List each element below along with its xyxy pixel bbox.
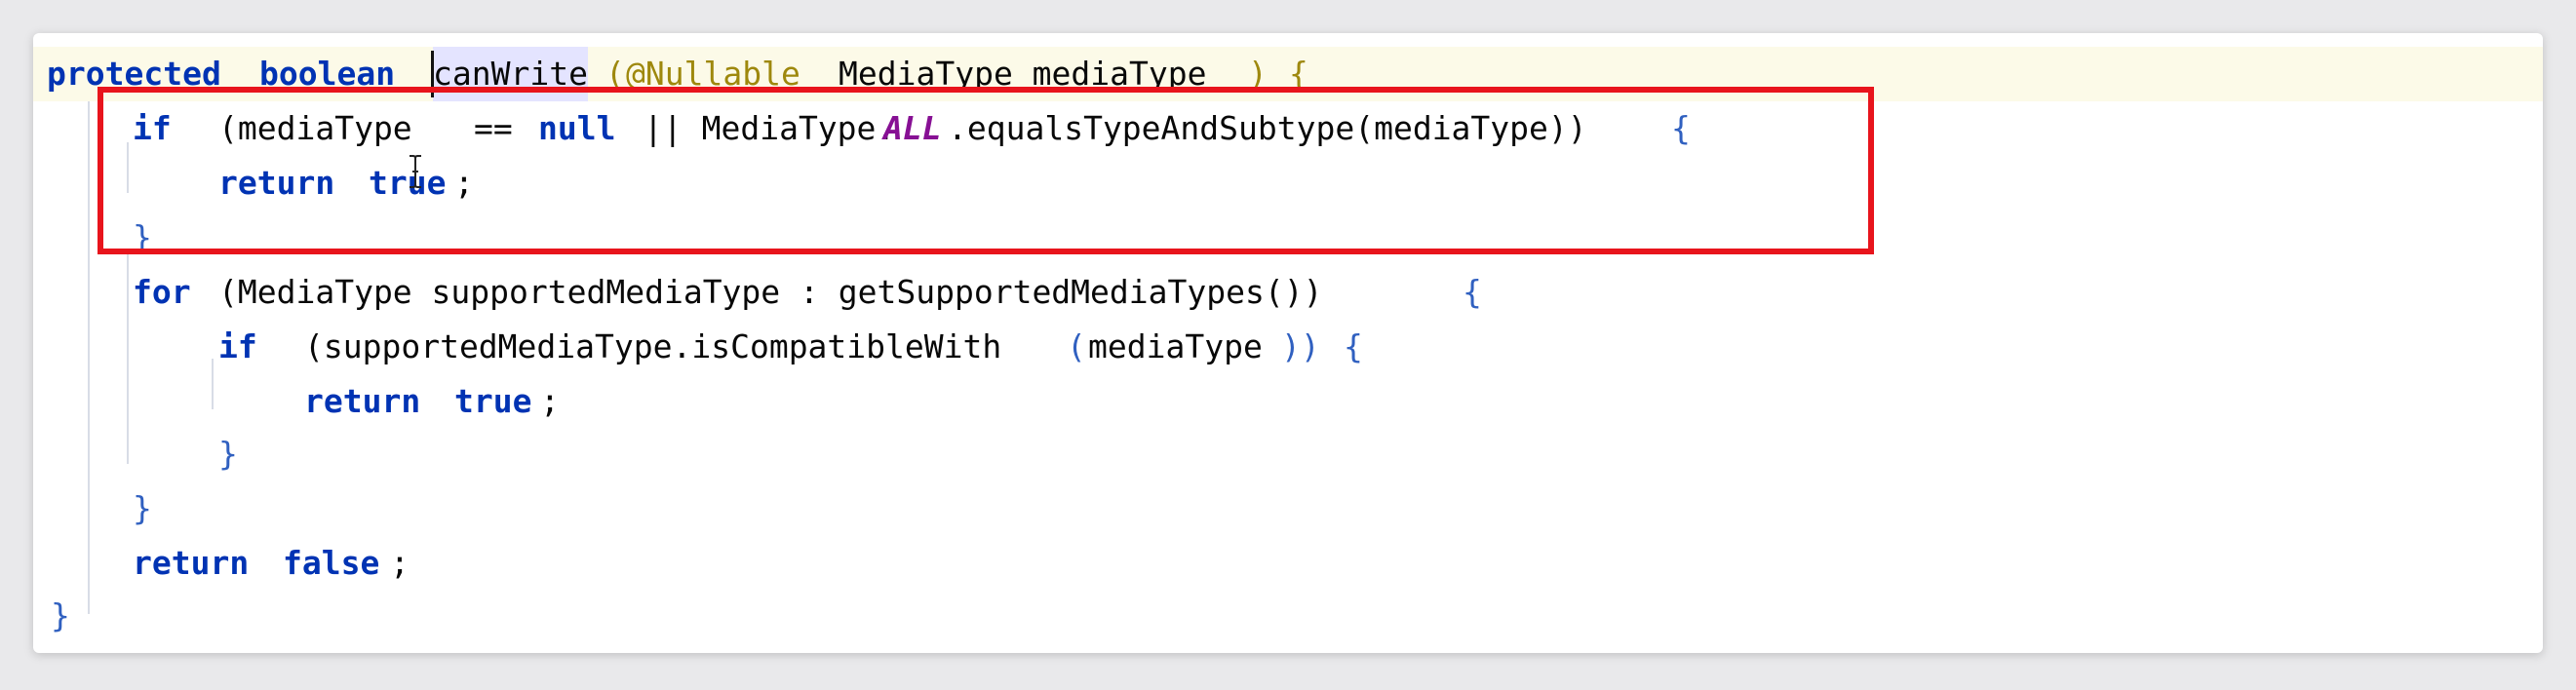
keyword-if: if [218, 327, 257, 365]
keyword-return: return [304, 382, 421, 420]
code-text: (supportedMediaType.isCompatibleWith [304, 327, 1002, 365]
code-line-5[interactable]: for (MediaType supportedMediaType : getS… [33, 265, 2543, 320]
code-text: (MediaType supportedMediaType : getSuppo… [218, 273, 1323, 311]
paren: ( [1067, 327, 1086, 365]
code-editor[interactable]: protected boolean canWrite ( @Nullable M… [33, 33, 2543, 653]
paren: )) [1281, 327, 1320, 365]
code-line-7[interactable]: return true ; [33, 374, 2543, 429]
code-line-9[interactable]: } [33, 481, 2543, 536]
code-line-8[interactable]: } [33, 427, 2543, 481]
argument: mediaType [1088, 327, 1263, 365]
highlight-box [98, 87, 1874, 254]
code-line-6[interactable]: if (supportedMediaType.isCompatibleWith … [33, 320, 2543, 374]
keyword-return: return [133, 544, 250, 582]
keyword-true: true [454, 382, 532, 420]
brace: } [133, 489, 152, 527]
code-line-11[interactable]: } [33, 589, 2543, 643]
semicolon: ; [540, 382, 560, 420]
brace: } [51, 596, 70, 634]
brace: } [218, 435, 238, 473]
brace: { [1344, 327, 1363, 365]
code-line-10[interactable]: return false ; [33, 536, 2543, 591]
keyword-for: for [133, 273, 191, 311]
text-cursor-icon [410, 155, 421, 188]
brace: { [1463, 273, 1482, 311]
semicolon: ; [390, 544, 410, 582]
keyword-false: false [283, 544, 380, 582]
